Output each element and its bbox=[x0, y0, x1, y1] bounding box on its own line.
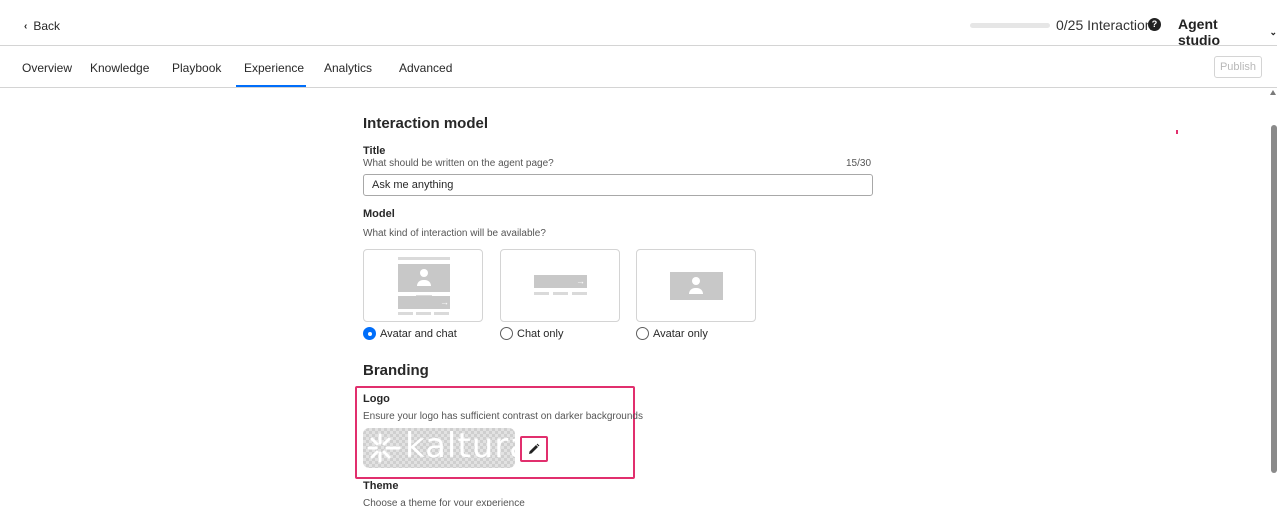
logo-preview: kaltura bbox=[363, 428, 515, 468]
back-button[interactable]: ‹ Back bbox=[24, 19, 60, 33]
chat-input-illustration: → bbox=[534, 275, 587, 288]
tab-overview[interactable]: Overview bbox=[22, 61, 72, 75]
logo-hint: Ensure your logo has sufficient contrast… bbox=[363, 411, 643, 422]
edit-logo-button[interactable] bbox=[520, 436, 548, 462]
person-icon bbox=[420, 269, 428, 277]
model-card-chat-only[interactable]: → bbox=[500, 249, 620, 322]
tab-experience[interactable]: Experience bbox=[244, 61, 304, 75]
avatar-illustration bbox=[398, 264, 450, 292]
cursor-marker bbox=[1176, 130, 1178, 134]
radio-label: Avatar and chat bbox=[380, 327, 457, 340]
radio-unchecked-icon bbox=[500, 327, 513, 340]
title-input[interactable]: Ask me anything bbox=[363, 174, 873, 196]
logo-label: Logo bbox=[363, 393, 390, 405]
tab-bar: Overview Knowledge Playbook Experience A… bbox=[0, 47, 1277, 88]
theme-label: Theme bbox=[363, 480, 399, 492]
radio-avatar-only[interactable]: Avatar only bbox=[636, 327, 708, 340]
model-card-avatar-only[interactable] bbox=[636, 249, 756, 322]
agent-studio-label: Agent studio bbox=[1178, 16, 1220, 48]
theme-hint: Choose a theme for your experience bbox=[363, 498, 525, 506]
interactions-progress-bar bbox=[970, 23, 1050, 28]
scroll-up-arrow[interactable] bbox=[1270, 90, 1276, 95]
arrow-right-icon: → bbox=[440, 297, 449, 307]
chevron-down-icon: ⌄ bbox=[1269, 26, 1277, 37]
back-label: Back bbox=[33, 19, 61, 33]
radio-unchecked-icon bbox=[636, 327, 649, 340]
tab-playbook[interactable]: Playbook bbox=[172, 61, 221, 75]
scrollbar-thumb[interactable] bbox=[1271, 125, 1277, 473]
tab-analytics[interactable]: Analytics bbox=[324, 61, 372, 75]
placeholder-bar bbox=[398, 257, 450, 260]
chat-input-illustration: → bbox=[398, 296, 450, 309]
radio-label: Avatar only bbox=[653, 327, 708, 340]
branding-heading: Branding bbox=[363, 362, 429, 379]
model-label: Model bbox=[363, 208, 395, 220]
kaltura-logo-mark-icon bbox=[367, 433, 401, 463]
title-hint: What should be written on the agent page… bbox=[363, 158, 554, 169]
pencil-icon bbox=[529, 443, 540, 454]
publish-button[interactable]: Publish bbox=[1214, 56, 1262, 78]
arrow-right-icon: → bbox=[576, 276, 585, 286]
radio-label: Chat only bbox=[517, 327, 564, 340]
chevron-left-icon: ‹ bbox=[24, 20, 28, 32]
radio-avatar-and-chat[interactable]: Avatar and chat bbox=[363, 327, 457, 340]
tab-knowledge[interactable]: Knowledge bbox=[90, 61, 149, 75]
top-bar: ‹ Back 0/25 Interactions ? Agent studio … bbox=[0, 0, 1277, 48]
interaction-model-heading: Interaction model bbox=[363, 115, 489, 132]
avatar-illustration bbox=[670, 272, 723, 300]
title-label: Title bbox=[363, 145, 386, 157]
active-tab-indicator bbox=[236, 85, 306, 87]
interactions-count: 0/25 Interactions bbox=[1056, 17, 1160, 33]
radio-chat-only[interactable]: Chat only bbox=[500, 327, 563, 340]
model-hint: What kind of interaction will be availab… bbox=[363, 228, 546, 239]
logo-text: kaltura bbox=[405, 428, 515, 466]
model-card-avatar-and-chat[interactable]: → bbox=[363, 249, 483, 322]
agent-studio-menu[interactable]: Agent studio ⌄ bbox=[1178, 16, 1277, 48]
tab-advanced[interactable]: Advanced bbox=[399, 61, 452, 75]
radio-checked-icon bbox=[363, 327, 376, 340]
title-char-counter: 15/30 bbox=[846, 158, 872, 169]
question-circle-icon[interactable]: ? bbox=[1148, 18, 1161, 31]
person-icon bbox=[692, 277, 700, 285]
